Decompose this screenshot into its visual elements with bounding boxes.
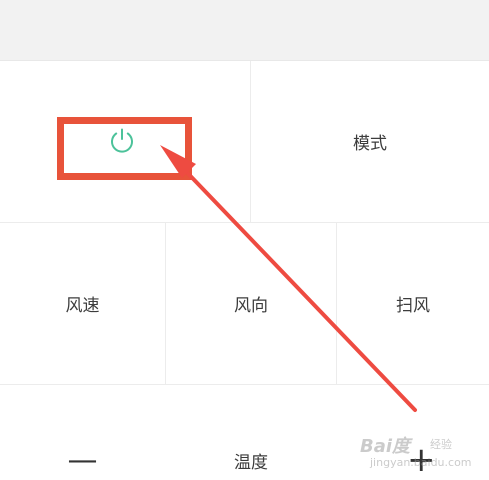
highlight-box [57, 117, 192, 180]
baidu-watermark: Bai度 经验 jingyan.baidu.com [360, 428, 472, 474]
fan-speed-button[interactable]: 风速 [0, 223, 165, 384]
swing-button[interactable]: 扫风 [337, 223, 489, 384]
watermark-logo: Bai度 [360, 436, 411, 457]
watermark-url: jingyan.baidu.com [370, 456, 472, 469]
temperature-label: 温度 [234, 452, 268, 473]
wind-direction-button[interactable]: 风向 [166, 223, 336, 384]
swing-label: 扫风 [396, 296, 430, 316]
watermark-subtitle: 经验 [430, 438, 452, 451]
wind-direction-label: 风向 [234, 296, 268, 316]
fan-speed-label: 风速 [65, 296, 100, 316]
minus-icon: — [67, 442, 98, 478]
top-bar [0, 0, 489, 61]
divider [0, 384, 489, 385]
temperature-decrease-button[interactable]: — [0, 440, 165, 480]
temperature-label-cell: 温度 [166, 440, 336, 480]
mode-label: 模式 [353, 134, 387, 154]
mode-button[interactable]: 模式 [251, 61, 489, 222]
